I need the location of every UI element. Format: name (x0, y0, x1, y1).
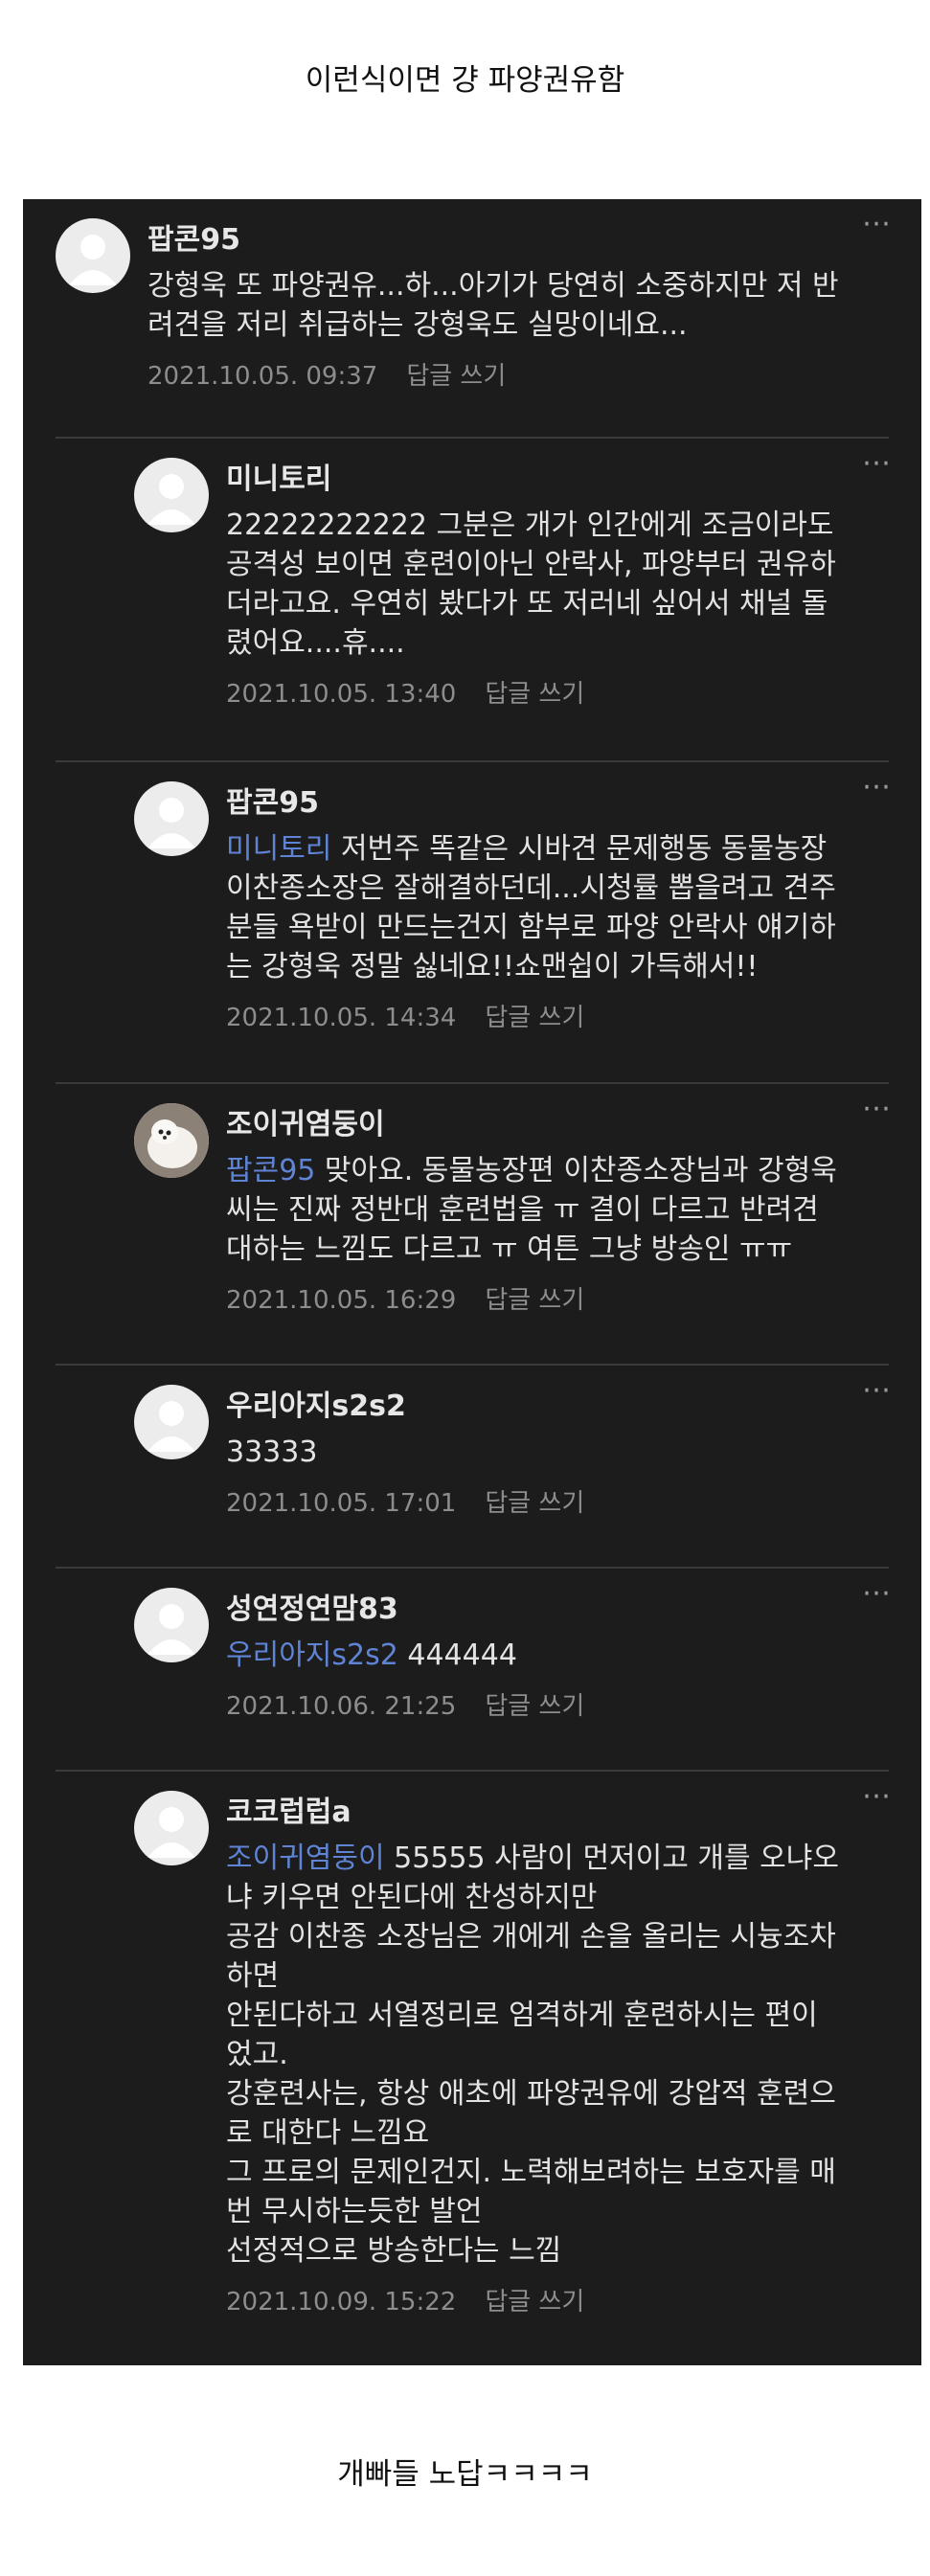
comment: 코코럽럽a 조이귀염둥이 55555 사람이 먼저이고 개를 오냐오 냐 키우면… (23, 1772, 921, 2365)
comment-date: 2021.10.06. 21:25 (226, 1692, 457, 1721)
more-options-icon[interactable]: ⋯ (862, 773, 893, 802)
reply-button[interactable]: 답글 쓰기 (485, 1692, 584, 1721)
comment-text: 우리아지s2s2 444444 (226, 1636, 906, 1675)
comment: 미니토리 22222222222 그분은 개가 인간에게 조금이라도 공격성 보… (23, 439, 921, 762)
more-options-icon[interactable]: ⋯ (862, 1782, 893, 1811)
comment: 팝콘95 미니토리 저번주 똑같은 시바견 문제행동 동물농장 이찬종소장은 잘… (23, 762, 921, 1084)
more-options-icon[interactable]: ⋯ (862, 210, 893, 238)
more-options-icon[interactable]: ⋯ (862, 1095, 893, 1123)
dog-profile-avatar[interactable] (134, 1103, 209, 1178)
comment-text: 22222222222 그분은 개가 인간에게 조금이라도 공격성 보이면 훈련… (226, 506, 906, 663)
reply-button[interactable]: 답글 쓰기 (485, 680, 584, 709)
default-avatar[interactable] (56, 218, 130, 293)
comment-author[interactable]: 팝콘95 (147, 222, 904, 259)
comment: 팝콘95 강형욱 또 파양권유...하...아기가 당연히 소중하지만 저 반 … (23, 199, 921, 439)
comment-date: 2021.10.05. 16:29 (226, 1286, 457, 1315)
comment-meta: 2021.10.06. 21:25 답글 쓰기 (226, 1686, 906, 1722)
comment-author[interactable]: 미니토리 (226, 462, 906, 498)
comment-date: 2021.10.05. 14:34 (226, 1004, 457, 1032)
comment-body: 강형욱 또 파양권유...하...아기가 당연히 소중하지만 저 반 려견을 저… (147, 269, 839, 342)
more-options-icon[interactable]: ⋯ (862, 449, 893, 478)
reply-button[interactable]: 답글 쓰기 (485, 2288, 584, 2316)
reply-button[interactable]: 답글 쓰기 (485, 1489, 584, 1518)
bottom-caption: 개빠들 노답ㅋㅋㅋㅋ (337, 2457, 593, 2492)
top-caption: 이런식이면 걍 파양권유함 (305, 63, 625, 98)
comment-body: 33333 (226, 1435, 318, 1469)
comment-text: 강형욱 또 파양권유...하...아기가 당연히 소중하지만 저 반 려견을 저… (147, 266, 904, 345)
comment-body: 22222222222 그분은 개가 인간에게 조금이라도 공격성 보이면 훈련… (226, 508, 836, 660)
comment: 우리아지s2s2 33333 2021.10.05. 17:01 답글 쓰기 ⋯ (23, 1366, 921, 1569)
comment-text: 미니토리 저번주 똑같은 시바견 문제행동 동물농장 이찬종소장은 잘해결하던데… (226, 829, 906, 986)
comment-meta: 2021.10.05. 14:34 답글 쓰기 (226, 998, 906, 1033)
comment-body: 444444 (397, 1638, 517, 1672)
comment-meta: 2021.10.05. 09:37 답글 쓰기 (147, 356, 904, 392)
default-avatar[interactable] (134, 458, 209, 532)
comment-meta: 2021.10.05. 13:40 답글 쓰기 (226, 674, 906, 710)
comment-date: 2021.10.05. 13:40 (226, 680, 457, 709)
comment-body: 55555 사람이 먼저이고 개를 오냐오 냐 키우면 안된다에 찬성하지만 공… (226, 1842, 839, 2268)
comment-author[interactable]: 성연정연맘83 (226, 1592, 906, 1628)
comment-date: 2021.10.05. 09:37 (147, 362, 378, 391)
comment-meta: 2021.10.05. 17:01 답글 쓰기 (226, 1483, 906, 1519)
comment-text: 조이귀염둥이 55555 사람이 먼저이고 개를 오냐오 냐 키우면 안된다에 … (226, 1839, 906, 2271)
comment-author[interactable]: 코코럽럽a (226, 1795, 906, 1831)
comment-author[interactable]: 조이귀염둥이 (226, 1107, 906, 1143)
mention-link[interactable]: 조이귀염둥이 (226, 1842, 385, 1875)
mention-link[interactable]: 우리아지s2s2 (226, 1638, 398, 1672)
mention-link[interactable]: 미니토리 (226, 832, 331, 866)
reply-button[interactable]: 답글 쓰기 (406, 362, 506, 391)
default-avatar[interactable] (134, 1588, 209, 1662)
comment: 조이귀염둥이 팝콘95 맞아요. 동물농장편 이찬종소장님과 강형욱 씨는 진짜… (23, 1084, 921, 1366)
comment-author[interactable]: 팝콘95 (226, 785, 906, 822)
comment-date: 2021.10.09. 15:22 (226, 2288, 457, 2316)
default-avatar[interactable] (134, 1791, 209, 1865)
comment-text: 33333 (226, 1433, 906, 1472)
comment-meta: 2021.10.05. 16:29 답글 쓰기 (226, 1280, 906, 1316)
reply-button[interactable]: 답글 쓰기 (485, 1286, 584, 1315)
comment-author[interactable]: 우리아지s2s2 (226, 1389, 906, 1425)
reply-button[interactable]: 답글 쓰기 (485, 1004, 584, 1032)
comment-panel: 팝콘95 강형욱 또 파양권유...하...아기가 당연히 소중하지만 저 반 … (23, 199, 921, 2365)
comment-date: 2021.10.05. 17:01 (226, 1489, 457, 1518)
more-options-icon[interactable]: ⋯ (862, 1376, 893, 1405)
default-avatar[interactable] (134, 781, 209, 856)
comment: 성연정연맘83 우리아지s2s2 444444 2021.10.06. 21:2… (23, 1569, 921, 1772)
comment-text: 팝콘95 맞아요. 동물농장편 이찬종소장님과 강형욱 씨는 진짜 정반대 훈련… (226, 1151, 906, 1269)
more-options-icon[interactable]: ⋯ (862, 1579, 893, 1608)
mention-link[interactable]: 팝콘95 (226, 1154, 315, 1187)
comment-meta: 2021.10.09. 15:22 답글 쓰기 (226, 2282, 906, 2317)
comment-body: 맞아요. 동물농장편 이찬종소장님과 강형욱 씨는 진짜 정반대 훈련법을 ㅠ … (226, 1154, 837, 1266)
default-avatar[interactable] (134, 1385, 209, 1459)
